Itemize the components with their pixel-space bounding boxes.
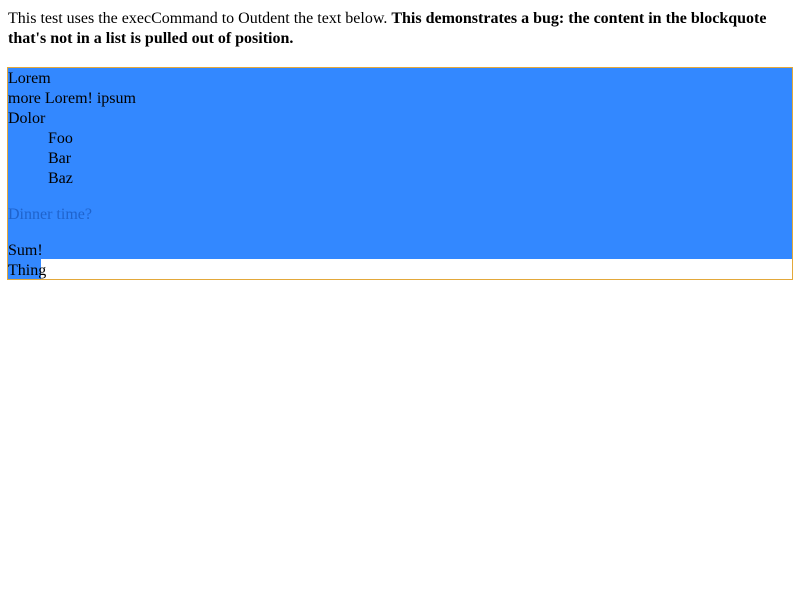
list-item-foo[interactable]: Foo [48, 129, 73, 149]
test-description: This test uses the execCommand to Outden… [8, 9, 792, 49]
list-item-bar[interactable]: Bar [48, 149, 71, 169]
line-more-lorem[interactable]: more Lorem! ipsum [8, 89, 136, 109]
line-lorem[interactable]: Lorem [8, 69, 51, 89]
description-text: This test uses the execCommand to Outden… [8, 10, 392, 27]
blockquote-text[interactable]: Dinner time? [8, 205, 92, 225]
editable-content-area[interactable]: Lorem more Lorem! ipsum Dolor Foo Bar Ba… [7, 67, 793, 280]
line-dolor[interactable]: Dolor [8, 109, 45, 129]
list-item-baz[interactable]: Baz [48, 169, 73, 189]
line-thing[interactable]: Thing [8, 261, 46, 281]
line-sum[interactable]: Sum! [8, 241, 43, 261]
